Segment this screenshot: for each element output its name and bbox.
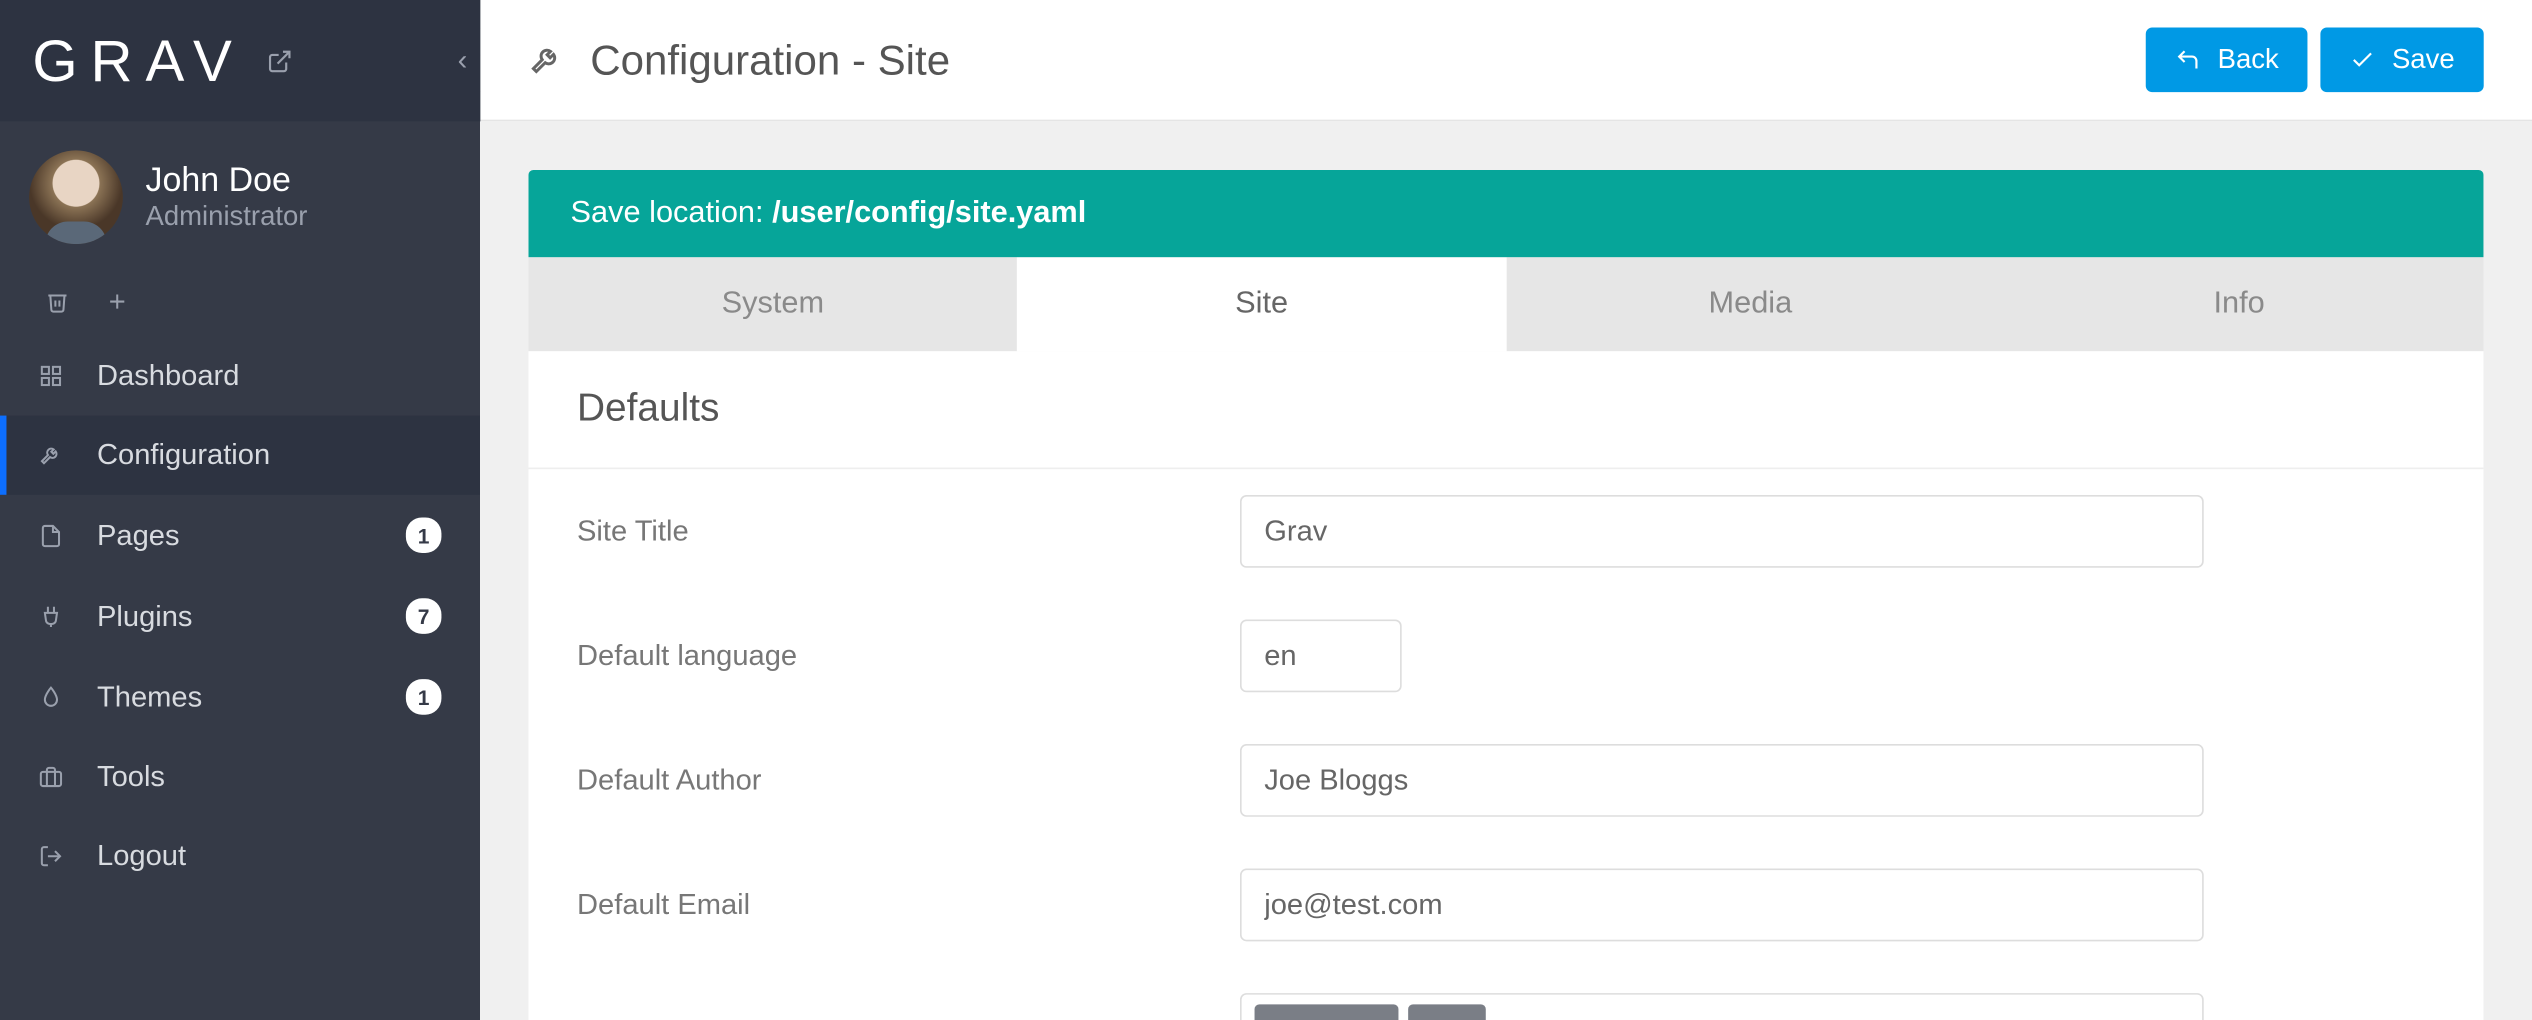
avatar: [29, 150, 123, 244]
row-site-title: Site Title: [529, 469, 2484, 594]
sidebar-header: GRAV ‹: [0, 0, 480, 121]
section-heading: Defaults: [529, 351, 2484, 469]
file-icon: [39, 523, 68, 547]
nav-label: Logout: [97, 839, 186, 873]
nav-item-pages[interactable]: Pages 1: [0, 495, 480, 576]
label-default-language: Default language: [577, 639, 1175, 673]
row-default-language: Default language: [529, 593, 2484, 718]
form-panel: Defaults Site Title Default language Def…: [529, 351, 2484, 1020]
main-nav: Dashboard Configuration Pages 1 Plugins: [0, 336, 480, 895]
label-taxonomy-types: Taxonomy Types: [577, 1013, 1175, 1020]
briefcase-icon: [39, 765, 68, 789]
tag-tag[interactable]: tag: [1409, 1004, 1486, 1020]
tab-info[interactable]: Info: [1995, 257, 2484, 351]
row-default-email: Default Email: [529, 842, 2484, 967]
row-taxonomy-types: Taxonomy Types category tag: [529, 967, 2484, 1020]
nav-item-configuration[interactable]: Configuration: [0, 416, 480, 495]
plug-icon: [39, 604, 68, 628]
nav-label: Tools: [97, 760, 165, 794]
nav-badge: 7: [406, 598, 442, 634]
nav-item-plugins[interactable]: Plugins 7: [0, 576, 480, 657]
drop-icon: [39, 685, 68, 709]
page-title: Configuration - Site: [590, 35, 950, 85]
nav-badge: 1: [406, 679, 442, 715]
label-site-title: Site Title: [577, 514, 1175, 548]
tab-media[interactable]: Media: [1506, 257, 1995, 351]
logout-icon: [39, 844, 68, 868]
sidebar-collapse-icon[interactable]: ‹: [458, 44, 468, 78]
save-label: Save: [2392, 44, 2455, 76]
user-role: Administrator: [146, 201, 308, 233]
nav-label: Pages: [97, 518, 180, 552]
check-icon: [2350, 47, 2376, 73]
wrench-icon: [529, 42, 565, 78]
save-location-message: Save location: /user/config/site.yaml: [529, 170, 2484, 257]
page-title-block: Configuration - Site: [529, 35, 950, 85]
input-default-language[interactable]: [1240, 619, 1402, 692]
nav-item-logout[interactable]: Logout: [0, 817, 480, 896]
label-default-email: Default Email: [577, 888, 1175, 922]
header-actions: Back Save: [2146, 27, 2483, 92]
nav-label: Themes: [97, 680, 202, 714]
tab-system[interactable]: System: [529, 257, 1018, 351]
plus-icon[interactable]: [105, 289, 129, 313]
brand-logo[interactable]: GRAV: [32, 27, 244, 95]
input-site-title[interactable]: [1240, 495, 2204, 568]
message-path: /user/config/site.yaml: [772, 196, 1086, 230]
label-default-author: Default Author: [577, 763, 1175, 797]
nav-item-tools[interactable]: Tools: [0, 737, 480, 816]
nav-item-dashboard[interactable]: Dashboard: [0, 336, 480, 415]
trash-icon[interactable]: [45, 289, 69, 313]
tab-site[interactable]: Site: [1017, 257, 1506, 351]
tag-category[interactable]: category: [1255, 1004, 1399, 1020]
row-default-author: Default Author: [529, 718, 2484, 843]
sidebar: GRAV ‹ John Doe Administrator: [0, 0, 480, 1020]
content-area: Save location: /user/config/site.yaml Sy…: [480, 121, 2532, 1020]
wrench-icon: [39, 443, 68, 467]
quick-actions: [0, 273, 480, 336]
topbar: Configuration - Site Back Save: [480, 0, 2532, 121]
input-default-email[interactable]: [1240, 868, 2204, 941]
grid-icon: [39, 364, 68, 388]
nav-label: Dashboard: [97, 359, 239, 393]
nav-badge: 1: [406, 517, 442, 553]
back-button[interactable]: Back: [2146, 27, 2307, 92]
nav-label: Configuration: [97, 438, 270, 472]
user-name: John Doe: [146, 162, 308, 201]
user-block[interactable]: John Doe Administrator: [0, 121, 480, 273]
save-button[interactable]: Save: [2321, 27, 2484, 92]
input-default-author[interactable]: [1240, 744, 2204, 817]
back-label: Back: [2218, 44, 2279, 76]
config-tabs: System Site Media Info: [529, 257, 2484, 351]
input-taxonomy-types[interactable]: category tag: [1240, 993, 2204, 1020]
main-content: Configuration - Site Back Save: [480, 0, 2532, 1020]
nav-item-themes[interactable]: Themes 1: [0, 657, 480, 738]
external-link-icon[interactable]: [267, 48, 293, 74]
nav-label: Plugins: [97, 599, 192, 633]
reply-icon: [2176, 47, 2202, 73]
message-prefix: Save location:: [571, 196, 773, 230]
